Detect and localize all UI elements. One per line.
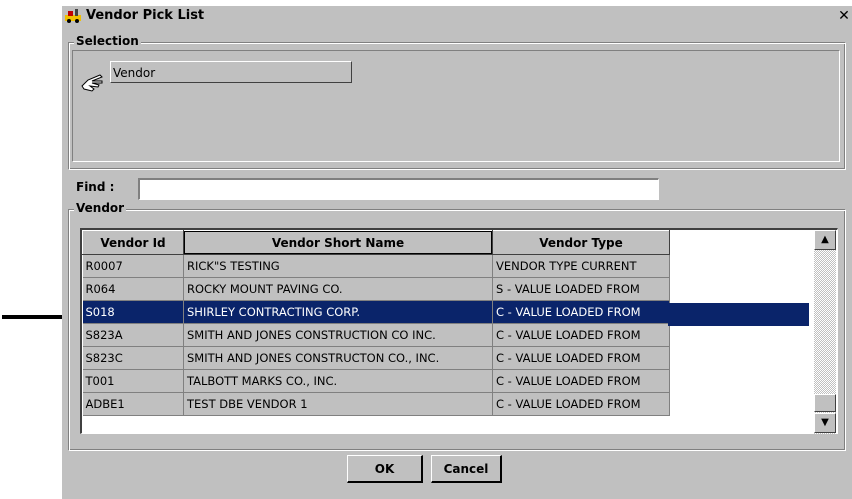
selection-vendor-field[interactable]: Vendor [110,61,352,83]
cell-vendor-type: C - VALUE LOADED FROM [492,392,670,416]
table-row-selected[interactable]: S018 SHIRLEY CONTRACTING CORP. C - VALUE… [82,300,670,324]
cell-vendor-name: SHIRLEY CONTRACTING CORP. [183,300,493,324]
table-row[interactable]: ADBE1 TEST DBE VENDOR 1 C - VALUE LOADED… [82,392,670,416]
pointing-hand-icon [81,74,103,92]
cell-vendor-type: C - VALUE LOADED FROM [492,369,670,393]
cell-vendor-name: ROCKY MOUNT PAVING CO. [183,277,493,301]
cell-vendor-type: C - VALUE LOADED FROM [492,323,670,347]
cell-vendor-name: TEST DBE VENDOR 1 [183,392,493,416]
cell-vendor-id: T001 [82,369,184,393]
cell-vendor-type: S - VALUE LOADED FROM [492,277,670,301]
selected-row-extension [668,303,809,326]
vertical-scrollbar[interactable]: ▲ ▼ [814,230,836,434]
table-row[interactable]: S823C SMITH AND JONES CONSTRUCTON CO., I… [82,346,670,370]
cell-vendor-name: TALBOTT MARKS CO., INC. [183,369,493,393]
column-header-vendor-type[interactable]: Vendor Type [492,230,670,255]
vendor-table: Vendor Id Vendor Short Name Vendor Type … [82,230,670,416]
table-row[interactable]: S823A SMITH AND JONES CONSTRUCTION CO IN… [82,323,670,347]
close-button[interactable]: ✕ [836,8,852,24]
cell-vendor-type: C - VALUE LOADED FROM [492,300,670,324]
cell-vendor-type: C - VALUE LOADED FROM [492,346,670,370]
cell-vendor-id: R0007 [82,254,184,278]
cell-vendor-type: VENDOR TYPE CURRENT [492,254,670,278]
vendor-grid: Vendor Id Vendor Short Name Vendor Type … [80,228,838,434]
cancel-button[interactable]: Cancel [431,455,502,483]
cell-vendor-name: SMITH AND JONES CONSTRUCTION CO INC. [183,323,493,347]
cell-vendor-name: RICK"S TESTING [183,254,493,278]
cell-vendor-id: R064 [82,277,184,301]
cell-vendor-id: S018 [82,300,184,324]
scroll-down-button[interactable]: ▼ [814,413,836,433]
title-bar: Vendor Pick List ✕ [62,6,852,27]
scroll-up-button[interactable]: ▲ [814,230,836,250]
app-icon [65,9,81,23]
column-header-vendor-id[interactable]: Vendor Id [82,230,184,255]
table-row[interactable]: R064 ROCKY MOUNT PAVING CO. S - VALUE LO… [82,277,670,301]
cell-vendor-id: S823C [82,346,184,370]
ok-button[interactable]: OK [347,455,423,483]
window-title: Vendor Pick List [86,8,205,23]
table-row[interactable]: T001 TALBOTT MARKS CO., INC. C - VALUE L… [82,369,670,393]
cell-vendor-id: S823A [82,323,184,347]
vendor-group-label: Vendor [74,201,127,215]
table-row[interactable]: R0007 RICK"S TESTING VENDOR TYPE CURRENT [82,254,670,278]
cell-vendor-id: ADBE1 [82,392,184,416]
find-label: Find : [76,180,115,194]
scroll-thumb[interactable] [814,394,836,412]
cell-vendor-name: SMITH AND JONES CONSTRUCTON CO., INC. [183,346,493,370]
table-header-row: Vendor Id Vendor Short Name Vendor Type [82,230,670,255]
selection-group-label: Selection [74,34,141,48]
column-header-vendor-short-name[interactable]: Vendor Short Name [183,230,493,255]
find-input[interactable] [138,178,659,200]
